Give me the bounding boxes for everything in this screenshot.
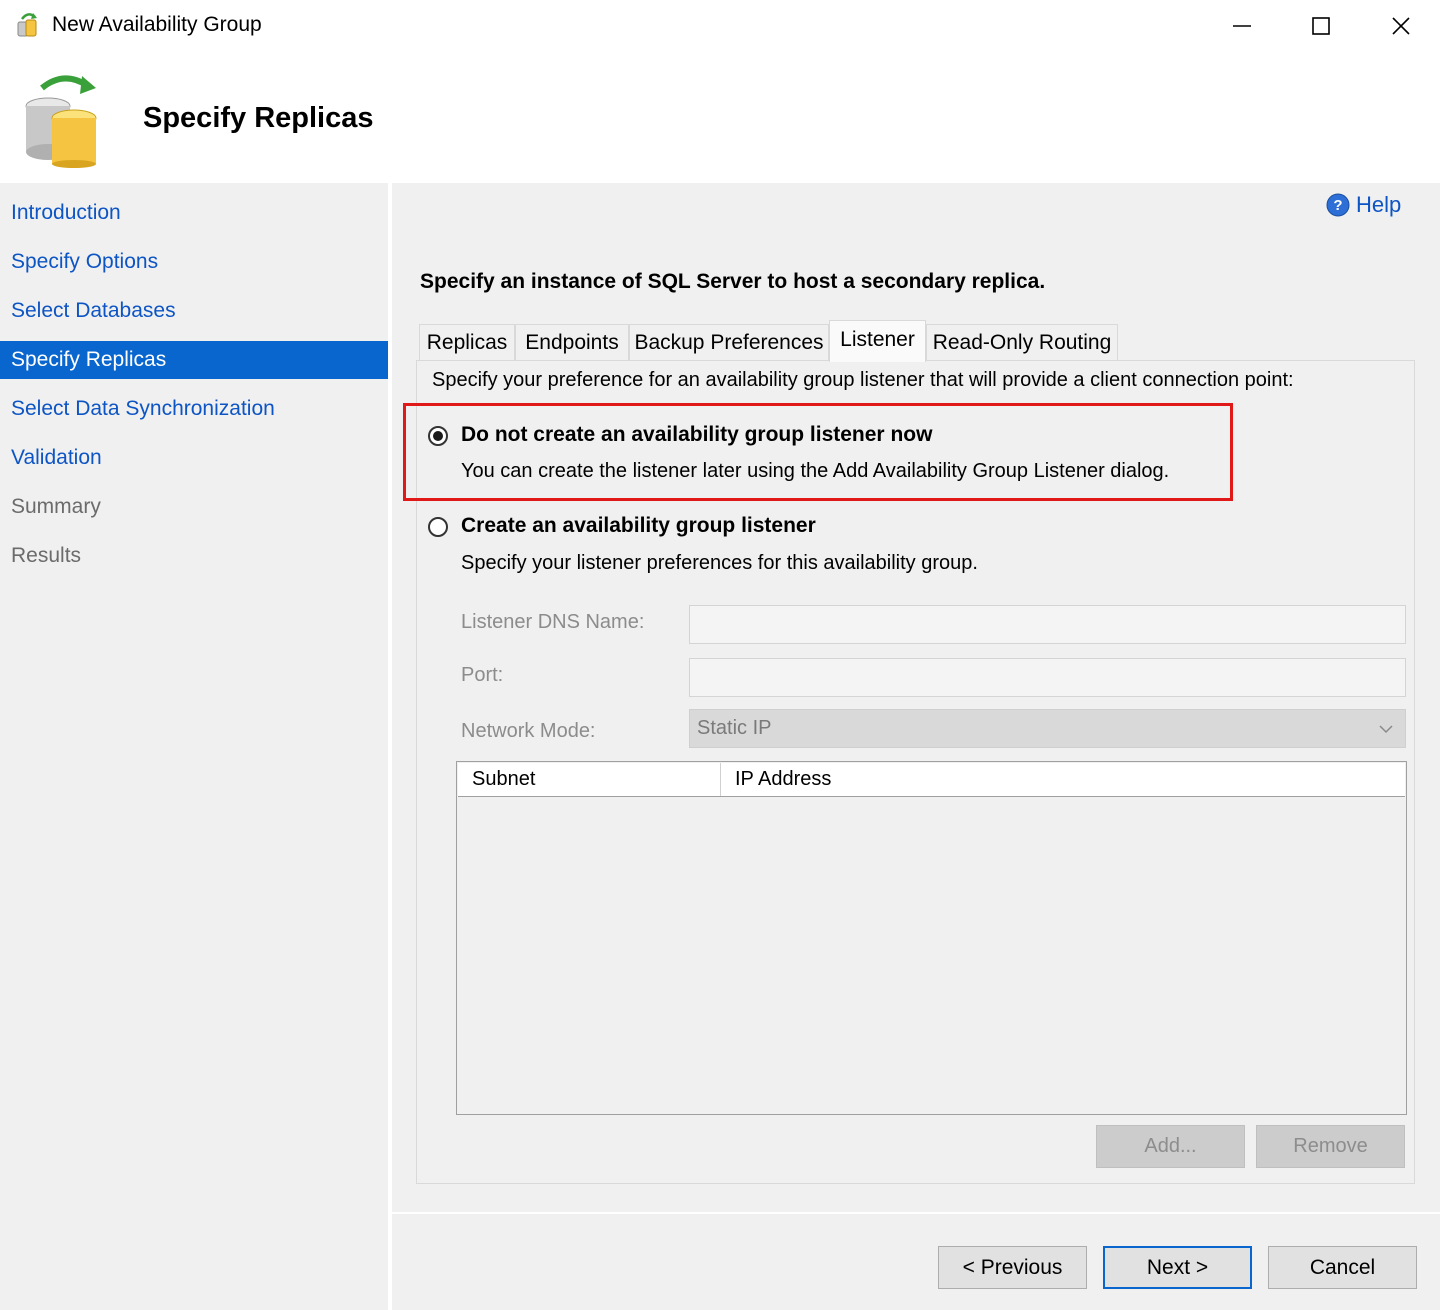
maximize-button[interactable] bbox=[1281, 0, 1361, 52]
help-icon: ? bbox=[1326, 193, 1350, 217]
column-header-subnet[interactable]: Subnet bbox=[458, 763, 721, 796]
previous-button[interactable]: < Previous bbox=[938, 1246, 1087, 1289]
help-label[interactable]: Help bbox=[1356, 192, 1401, 218]
radio-create-listener[interactable] bbox=[428, 517, 448, 537]
listener-preference-text: Specify your preference for an availabil… bbox=[432, 369, 1294, 391]
remove-button[interactable]: Remove bbox=[1256, 1125, 1405, 1168]
title-bar: New Availability Group bbox=[0, 0, 1440, 54]
add-button[interactable]: Add... bbox=[1096, 1125, 1245, 1168]
next-button[interactable]: Next > bbox=[1103, 1246, 1252, 1289]
tab-endpoints[interactable]: Endpoints bbox=[515, 324, 629, 360]
option-do-not-create-title[interactable]: Do not create an availability group list… bbox=[461, 423, 932, 447]
nav-item-validation[interactable]: Validation bbox=[0, 439, 388, 477]
availability-group-icon bbox=[17, 13, 37, 37]
radio-do-not-create-listener[interactable] bbox=[428, 426, 448, 446]
nav-item-summary: Summary bbox=[11, 495, 101, 518]
radio-selected-dot bbox=[433, 431, 443, 441]
grid-header: Subnet IP Address bbox=[458, 763, 1405, 797]
nav-item-specify-options[interactable]: Specify Options bbox=[0, 243, 388, 281]
nav-item-select-databases[interactable]: Select Databases bbox=[0, 292, 388, 330]
listener-dns-name-label: Listener DNS Name: bbox=[461, 611, 645, 633]
tab-replicas[interactable]: Replicas bbox=[419, 324, 515, 360]
network-mode-select[interactable]: Static IP bbox=[689, 709, 1406, 748]
nav-item-introduction[interactable]: Introduction bbox=[0, 194, 388, 232]
minimize-icon bbox=[1233, 25, 1251, 27]
option-do-not-create-desc: You can create the listener later using … bbox=[461, 460, 1170, 482]
close-button[interactable] bbox=[1361, 0, 1440, 52]
wizard-nav: Introduction Specify Options Select Data… bbox=[0, 183, 388, 1310]
database-refresh-icon bbox=[25, 75, 97, 168]
close-icon bbox=[1392, 17, 1410, 35]
nav-item-results: Results bbox=[11, 544, 82, 567]
subnet-ip-grid[interactable] bbox=[456, 761, 1407, 1115]
page-title: Specify Replicas bbox=[143, 102, 374, 134]
instruction-text: Specify an instance of SQL Server to hos… bbox=[420, 270, 1046, 293]
tab-read-only-routing[interactable]: Read-Only Routing bbox=[926, 324, 1118, 360]
option-create-listener-desc: Specify your listener preferences for th… bbox=[461, 552, 978, 574]
window-title: New Availability Group bbox=[52, 13, 262, 36]
nav-item-select-data-synchronization[interactable]: Select Data Synchronization bbox=[0, 390, 388, 428]
network-mode-label: Network Mode: bbox=[461, 720, 596, 742]
column-header-ip-address[interactable]: IP Address bbox=[721, 763, 1405, 796]
option-create-listener-title[interactable]: Create an availability group listener bbox=[461, 514, 816, 538]
maximize-icon bbox=[1312, 17, 1330, 35]
svg-text:?: ? bbox=[1333, 197, 1342, 214]
network-mode-value: Static IP bbox=[697, 717, 772, 739]
minimize-button[interactable] bbox=[1202, 0, 1282, 52]
port-input[interactable] bbox=[689, 658, 1406, 697]
help-link[interactable]: ? Help bbox=[1326, 192, 1401, 218]
tab-backup-preferences[interactable]: Backup Preferences bbox=[629, 324, 829, 360]
cancel-button[interactable]: Cancel bbox=[1268, 1246, 1417, 1289]
listener-dns-name-input[interactable] bbox=[689, 605, 1406, 644]
port-label: Port: bbox=[461, 664, 504, 686]
nav-item-specify-replicas[interactable]: Specify Replicas bbox=[0, 341, 388, 379]
chevron-down-icon bbox=[1379, 725, 1393, 734]
tab-listener[interactable]: Listener bbox=[829, 320, 926, 362]
footer-divider bbox=[392, 1212, 1440, 1214]
wizard-header: Specify Replicas bbox=[0, 54, 1440, 182]
